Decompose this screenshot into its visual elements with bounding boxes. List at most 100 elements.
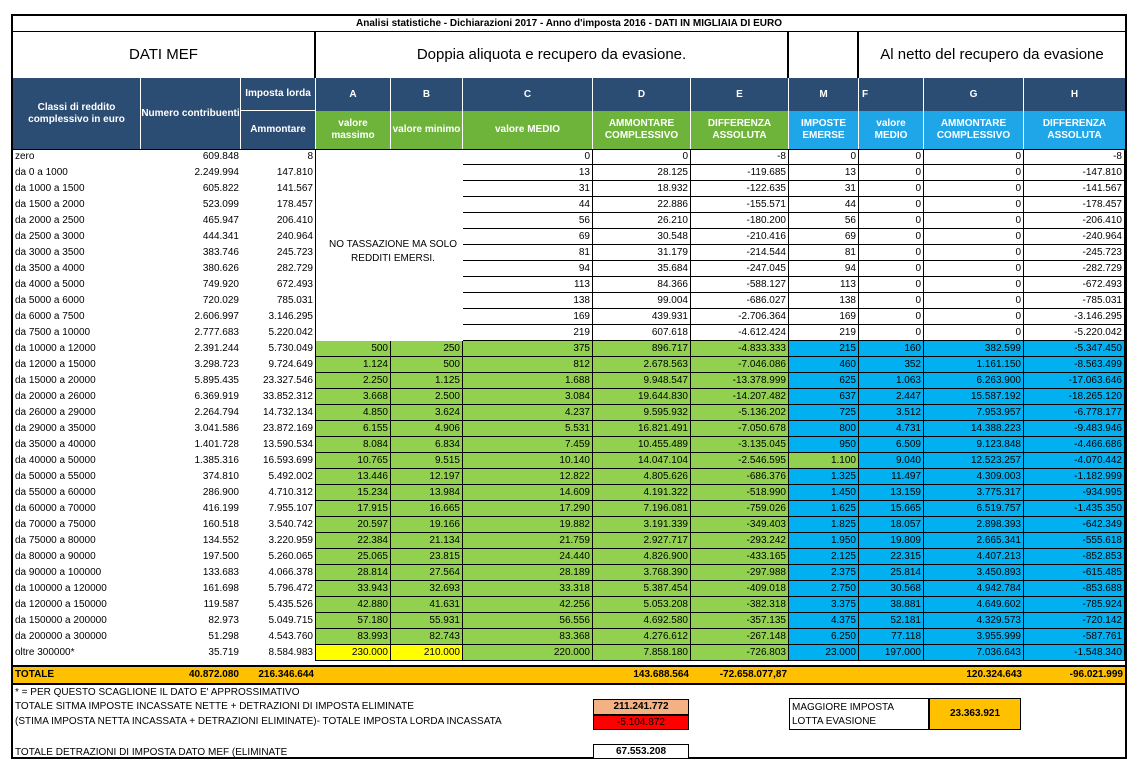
- cell-imposta: 33.852.312: [241, 389, 316, 405]
- table-row: da 120000 a 150000 119.587 5.435.526 42.880…: [13, 597, 1125, 613]
- cell-e: -726.803: [691, 645, 789, 661]
- table-row: da 40000 a 50000 1.385.316 16.593.699 10.76…: [13, 453, 1125, 469]
- cell-classe: da 75000 a 80000: [15, 535, 96, 546]
- cell-classe: da 7500 a 10000: [15, 327, 91, 338]
- cell-e: -8: [691, 149, 789, 165]
- cell-f: 0: [859, 181, 924, 197]
- cell-g: 14.388.223: [924, 421, 1024, 437]
- header-d-letter: D: [593, 78, 690, 111]
- cell-classe: da 29000 a 35000: [15, 423, 96, 434]
- cell-g: 3.450.893: [924, 565, 1024, 581]
- cell-c: 7.459: [463, 437, 593, 453]
- header-imposta-lorda: Imposta lorda Ammontare: [241, 78, 316, 149]
- header-b: B valore minimo: [391, 78, 463, 149]
- cell-d: 4.805.626: [593, 469, 691, 485]
- cell-imposta: 14.732.134: [241, 405, 316, 421]
- footer-line1-value: 211.241.772: [593, 699, 689, 715]
- cell-d: 4.191.322: [593, 485, 691, 501]
- cell-c: 33.318: [463, 581, 593, 597]
- cell-b: 19.166: [391, 517, 463, 533]
- cell-f: 0: [859, 165, 924, 181]
- cell-imposta: 147.810: [241, 165, 316, 181]
- table-row: zero 609.848 8 0 0 -8 0 0 0 -8: [13, 149, 1125, 165]
- cell-f: 3.512: [859, 405, 924, 421]
- cell-a: 15.234: [316, 485, 391, 501]
- table-row: da 200000 a 300000 51.298 4.543.760 83.993 8…: [13, 629, 1125, 645]
- cell-d: 4.276.612: [593, 629, 691, 645]
- cell-numero: 1.401.728: [194, 439, 240, 450]
- table-row: da 7500 a 10000 2.777.683 5.220.042 219 607.…: [13, 325, 1125, 341]
- cell-m: 460: [789, 357, 859, 373]
- header-c-sub: valore MEDIO: [463, 111, 592, 149]
- cell-classe: da 12000 a 15000: [15, 359, 96, 370]
- cell-c: 81: [463, 245, 593, 261]
- cell-c: 14.609: [463, 485, 593, 501]
- table-row: da 20000 a 26000 6.369.919 33.852.312 3.668…: [13, 389, 1125, 405]
- cell-numero: 2.606.997: [194, 311, 240, 322]
- cell-c: 17.290: [463, 501, 593, 517]
- cell-b: 41.631: [391, 597, 463, 613]
- cell-a: 13.446: [316, 469, 391, 485]
- table-row: da 2000 a 2500 465.947 206.410 56 26.210 -180…: [13, 213, 1125, 229]
- cell-a: 10.765: [316, 453, 391, 469]
- cell-f: 52.181: [859, 613, 924, 629]
- cell-f: 38.881: [859, 597, 924, 613]
- table-row: oltre 300000* 35.719 8.584.983 230.000 210.0…: [13, 645, 1125, 661]
- cell-d: 35.684: [593, 261, 691, 277]
- cell-e: -588.127: [691, 277, 789, 293]
- cell-g: 3.775.317: [924, 485, 1024, 501]
- header-numero: Numero contribuenti: [141, 78, 241, 149]
- cell-numero: 1.385.316: [194, 455, 240, 466]
- cell-f: 0: [859, 309, 924, 325]
- cell-c: 83.368: [463, 629, 593, 645]
- cell-classe: da 6000 a 7500: [15, 311, 85, 322]
- header-e: E DIFFERENZA ASSOLUTA: [691, 78, 789, 149]
- cell-m: 800: [789, 421, 859, 437]
- cell-e: -4.612.424: [691, 325, 789, 341]
- cell-a: 83.993: [316, 629, 391, 645]
- cell-g: 0: [924, 325, 1024, 341]
- cell-h: -5.347.450: [1024, 341, 1125, 357]
- totals-imposta: 216.346.644: [258, 669, 314, 680]
- cell-c: 56: [463, 213, 593, 229]
- cell-b: 1.125: [391, 373, 463, 389]
- cell-classe: da 0 a 1000: [15, 167, 68, 178]
- cell-classe: da 150000 a 200000: [15, 615, 107, 626]
- cell-numero: 2.777.683: [194, 327, 240, 338]
- cell-e: -382.318: [691, 597, 789, 613]
- cell-d: 439.931: [593, 309, 691, 325]
- cell-a: 8.084: [316, 437, 391, 453]
- cell-c: 220.000: [463, 645, 593, 661]
- cell-h: -178.457: [1024, 197, 1125, 213]
- cell-h: -934.995: [1024, 485, 1125, 501]
- cell-classe: da 4000 a 5000: [15, 279, 85, 290]
- cell-c: 19.882: [463, 517, 593, 533]
- cell-b: 23.815: [391, 549, 463, 565]
- cell-m: 215: [789, 341, 859, 357]
- cell-m: 6.250: [789, 629, 859, 645]
- cell-imposta: 3.540.742: [241, 517, 316, 533]
- cell-m: 950: [789, 437, 859, 453]
- cell-classe: da 35000 a 40000: [15, 439, 96, 450]
- footer-line3-value: 67.553.208: [593, 744, 689, 759]
- cell-d: 99.004: [593, 293, 691, 309]
- totals-label: TOTALE: [15, 669, 55, 680]
- column-headers: Classi di reddito complessivo in euro Nu…: [13, 78, 1125, 150]
- cell-numero: 720.029: [202, 295, 239, 306]
- cell-numero: 749.920: [202, 279, 239, 290]
- cell-imposta: 23.327.546: [241, 373, 316, 389]
- table-row: da 2500 a 3000 444.341 240.964 69 30.548 -210…: [13, 229, 1125, 245]
- cell-m: 1.950: [789, 533, 859, 549]
- spreadsheet: Analisi statistiche - Dichiarazioni 2017…: [11, 14, 1127, 759]
- cell-g: 0: [924, 245, 1024, 261]
- cell-g: 0: [924, 165, 1024, 181]
- cell-classe: zero: [15, 151, 35, 162]
- cell-classe: da 2000 a 2500: [15, 215, 85, 226]
- cell-numero: 35.719: [208, 647, 239, 658]
- cell-g: 382.599: [924, 341, 1024, 357]
- cell-e: -155.571: [691, 197, 789, 213]
- cell-f: 13.159: [859, 485, 924, 501]
- header-a-sub: valore massimo: [316, 111, 390, 149]
- cell-numero: 2.249.994: [194, 167, 240, 178]
- cell-classe: da 3500 a 4000: [15, 263, 85, 274]
